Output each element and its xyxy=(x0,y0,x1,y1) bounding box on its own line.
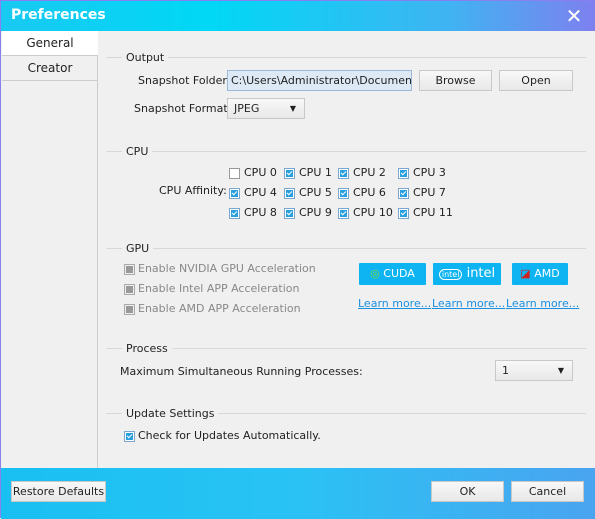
amd-logo-icon: ◪ xyxy=(520,267,531,280)
snapshot-format-value: JPEG xyxy=(234,102,260,115)
section-gpu: GPU xyxy=(122,242,154,255)
nvidia-logo-icon: ◎ xyxy=(370,267,380,280)
snapshot-folder-label: Snapshot Folder: xyxy=(138,74,231,87)
cpu-checkbox-0[interactable] xyxy=(229,168,240,179)
general-panel: Output Snapshot Folder: C:\Users\Adminis… xyxy=(98,31,595,468)
ok-button[interactable]: OK xyxy=(431,481,504,502)
cpu-label-10: CPU 10 xyxy=(353,206,393,219)
cpu-checkbox-10[interactable] xyxy=(338,208,349,219)
cpu-label-6: CPU 6 xyxy=(353,186,386,199)
window-title: Preferences xyxy=(11,7,106,23)
max-processes-value: 1 xyxy=(502,364,509,377)
cpu-checkbox-8[interactable] xyxy=(229,208,240,219)
cpu-label-2: CPU 2 xyxy=(353,166,386,179)
cpu-label-3: CPU 3 xyxy=(413,166,446,179)
intel-badge[interactable]: intel intel xyxy=(433,263,501,285)
cpu-label-9: CPU 9 xyxy=(299,206,332,219)
cuda-badge[interactable]: ◎ CUDA xyxy=(359,263,426,285)
preferences-window: Preferences ✕ General Creator Output Sna… xyxy=(0,0,595,519)
amd-badge-label: AMD xyxy=(534,267,560,280)
browse-button[interactable]: Browse xyxy=(419,70,492,91)
cpu-label-7: CPU 7 xyxy=(413,186,446,199)
learn-more-cuda-link[interactable]: Learn more... xyxy=(358,297,431,310)
cpu-checkbox-6[interactable] xyxy=(338,188,349,199)
restore-defaults-button[interactable]: Restore Defaults xyxy=(11,481,106,502)
chevron-down-icon: ▼ xyxy=(557,366,564,375)
cpu-checkbox-1[interactable] xyxy=(284,168,295,179)
snapshot-folder-input[interactable]: C:\Users\Administrator\Documents\A xyxy=(227,70,412,91)
cpu-checkbox-7[interactable] xyxy=(398,188,409,199)
open-button[interactable]: Open xyxy=(499,70,573,91)
cpu-label-1: CPU 1 xyxy=(299,166,332,179)
cpu-checkbox-11[interactable] xyxy=(398,208,409,219)
cpu-label-0: CPU 0 xyxy=(244,166,277,179)
cpu-checkbox-2[interactable] xyxy=(338,168,349,179)
close-icon[interactable]: ✕ xyxy=(563,5,585,27)
intel-checkbox[interactable] xyxy=(124,284,135,295)
cpu-label-4: CPU 4 xyxy=(244,186,277,199)
section-output: Output xyxy=(122,51,169,64)
auto-update-label: Check for Updates Automatically. xyxy=(138,429,321,442)
intel-label: Enable Intel APP Acceleration xyxy=(138,282,300,295)
amd-checkbox[interactable] xyxy=(124,304,135,315)
section-update-settings: Update Settings xyxy=(122,407,219,420)
section-cpu: CPU xyxy=(122,145,153,158)
intel-logo-icon: intel xyxy=(438,269,463,280)
max-processes-select[interactable]: 1 ▼ xyxy=(495,360,573,381)
title-bar: Preferences ✕ xyxy=(1,1,595,31)
cuda-label: CUDA xyxy=(383,267,415,280)
cpu-checkbox-3[interactable] xyxy=(398,168,409,179)
cpu-affinity-label: CPU Affinity: xyxy=(159,184,227,197)
cpu-label-8: CPU 8 xyxy=(244,206,277,219)
nvidia-checkbox[interactable] xyxy=(124,264,135,275)
cpu-checkbox-9[interactable] xyxy=(284,208,295,219)
footer-bar: Restore Defaults OK Cancel xyxy=(1,468,595,519)
snapshot-format-select[interactable]: JPEG ▼ xyxy=(227,98,305,119)
section-process: Process xyxy=(122,342,172,355)
chevron-down-icon: ▼ xyxy=(289,104,296,113)
cpu-label-11: CPU 11 xyxy=(413,206,453,219)
auto-update-checkbox[interactable] xyxy=(124,431,135,442)
amd-label: Enable AMD APP Acceleration xyxy=(138,302,301,315)
sidebar: General Creator xyxy=(2,31,98,468)
sidebar-item-creator[interactable]: Creator xyxy=(2,56,98,81)
snapshot-format-label: Snapshot Format: xyxy=(134,102,232,115)
amd-badge[interactable]: ◪ AMD xyxy=(512,263,568,285)
sidebar-item-general[interactable]: General xyxy=(2,31,98,56)
cpu-label-5: CPU 5 xyxy=(299,186,332,199)
intel-badge-label: intel xyxy=(466,266,496,281)
cancel-button[interactable]: Cancel xyxy=(511,481,584,502)
cpu-checkbox-5[interactable] xyxy=(284,188,295,199)
max-processes-label: Maximum Simultaneous Running Processes: xyxy=(120,365,363,378)
cpu-checkbox-4[interactable] xyxy=(229,188,240,199)
learn-more-intel-link[interactable]: Learn more... xyxy=(432,297,505,310)
nvidia-label: Enable NVIDIA GPU Acceleration xyxy=(138,262,316,275)
learn-more-amd-link[interactable]: Learn more... xyxy=(506,297,579,310)
